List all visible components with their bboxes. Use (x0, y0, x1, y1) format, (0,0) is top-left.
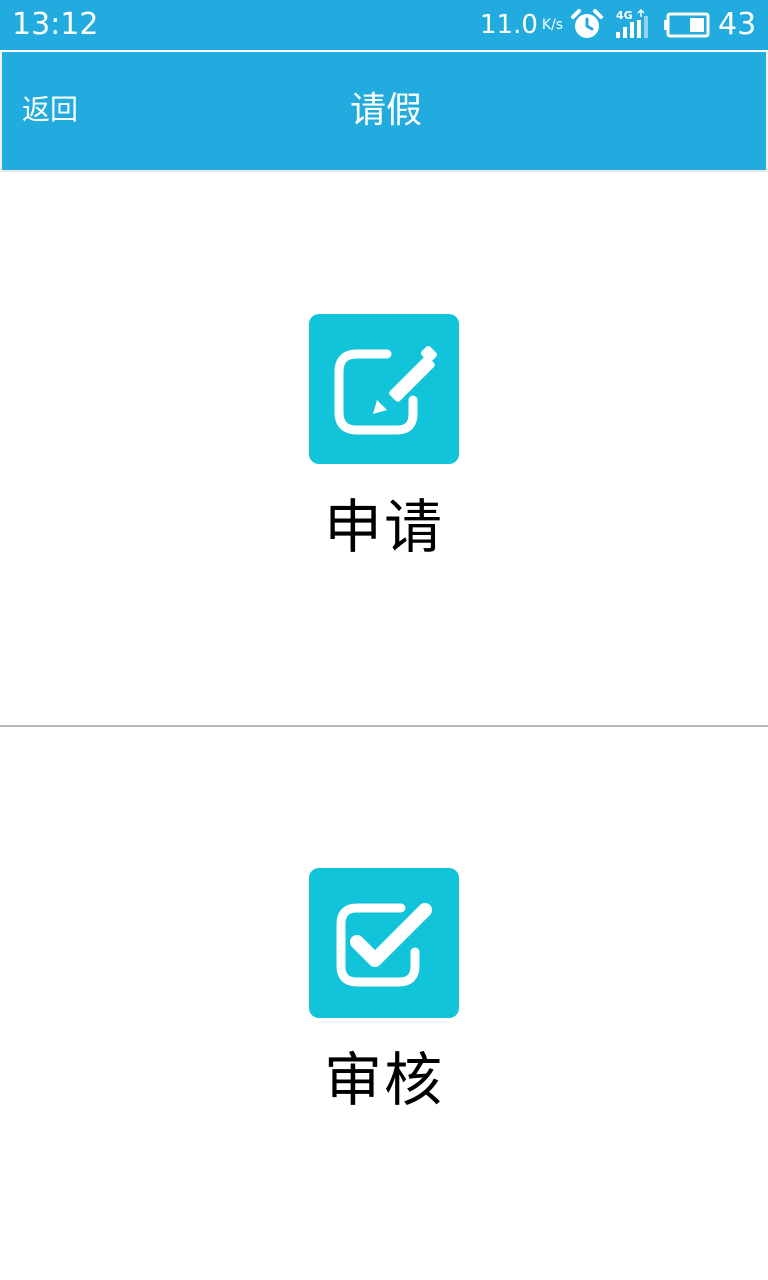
network-speed-unit: K/s (541, 17, 564, 33)
page-title: 请假 (349, 90, 422, 131)
review-label: 审核 (323, 1046, 444, 1114)
apply-tile[interactable] (309, 314, 459, 464)
apply-leave-item[interactable]: 申请 (0, 172, 768, 725)
review-tile[interactable] (309, 868, 459, 1018)
checkbox-icon (336, 903, 432, 987)
signal-icon: 4G (616, 8, 648, 38)
network-speed-value: 11.0 (480, 10, 538, 40)
status-bar: 13:12 11.0 K/s 4G 43 (0, 0, 768, 50)
alarm-icon (571, 9, 603, 38)
review-leave-item[interactable]: 审核 (0, 727, 768, 1280)
status-time: 13:12 (12, 7, 99, 42)
edit-icon (334, 346, 437, 435)
battery-level: 43 (718, 7, 757, 42)
apply-label: 申请 (323, 493, 444, 561)
battery-icon (664, 12, 710, 38)
back-button[interactable]: 返回 (22, 92, 78, 128)
app-bar: 返回 请假 (0, 52, 768, 172)
network-speed: 11.0 K/s (480, 8, 563, 42)
network-type-label: 4G (616, 9, 633, 22)
